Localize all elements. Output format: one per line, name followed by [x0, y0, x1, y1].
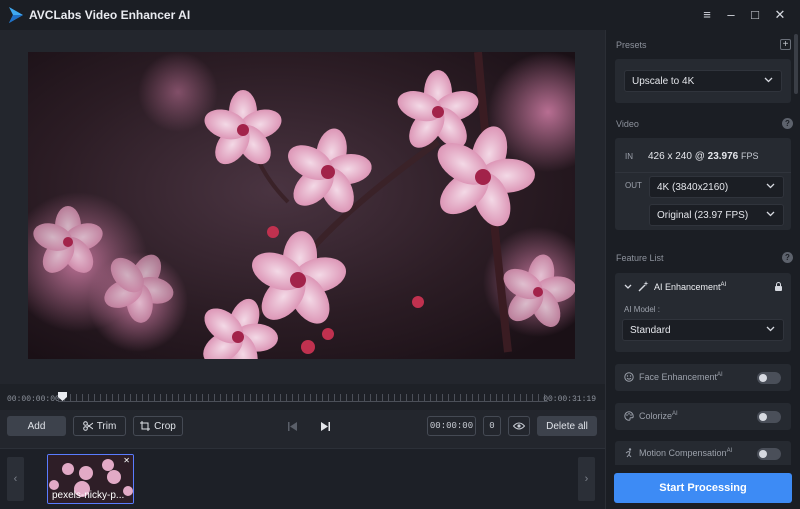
ai-tag: AI — [720, 282, 727, 288]
chevron-down-icon — [766, 211, 775, 217]
input-spec: 426 x 240 @ 23.976 FPS — [648, 151, 759, 162]
video-section-label: Video — [616, 119, 639, 129]
motion-compensation-toggle[interactable] — [757, 448, 781, 460]
crop-button[interactable]: Crop — [133, 416, 183, 436]
output-fps-value: Original (23.97 FPS) — [657, 209, 749, 221]
edit-toolbar: Add Trim Crop 00:00:00 0 Delete all — [0, 410, 605, 448]
panel-scrollbar[interactable] — [794, 34, 798, 94]
crop-button-label: Crop — [154, 420, 176, 432]
colorize-toggle[interactable] — [757, 411, 781, 423]
input-fps-unit: FPS — [741, 151, 759, 161]
motion-icon — [625, 448, 632, 458]
output-resolution-select[interactable]: 4K (3840x2160) — [649, 176, 784, 198]
clip-name: pexels-nicky-p... — [52, 490, 125, 501]
remove-clip-icon[interactable]: ✕ — [123, 456, 130, 465]
menu-icon[interactable]: ≡ — [697, 5, 717, 25]
chevron-right-icon: › — [584, 473, 589, 485]
feature-name: Face Enhancement — [639, 372, 718, 382]
timeline[interactable]: 00:00:00:00 00:00:31:19 — [0, 384, 605, 410]
divider — [615, 172, 791, 173]
minimize-button[interactable]: – — [721, 5, 741, 25]
timeline-end-time: 00:00:31:19 — [543, 395, 596, 404]
ai-tag: AI — [726, 448, 733, 454]
ai-tag: AI — [672, 411, 678, 417]
scissors-icon — [82, 421, 93, 431]
crop-icon — [140, 421, 151, 431]
ai-model-select[interactable]: Standard — [622, 319, 784, 341]
video-help-icon[interactable]: ? — [782, 118, 793, 129]
title-bar: AVCLabs Video Enhancer AI ≡ – □ ✕ — [0, 0, 800, 30]
lock-icon — [775, 282, 782, 291]
preset-select-value: Upscale to 4K — [632, 75, 695, 87]
feature-help-icon[interactable]: ? — [782, 252, 793, 263]
eye-icon — [513, 422, 525, 430]
palette-icon — [624, 411, 634, 421]
video-preview[interactable] — [28, 52, 575, 359]
ai-enhancement-card: AI EnhancementAI AI Model : Standard — [615, 273, 791, 352]
ai-enhancement-title: AI EnhancementAI — [654, 282, 726, 292]
ai-model-value: Standard — [630, 324, 671, 336]
input-label: IN — [625, 152, 633, 161]
chevron-down-icon — [766, 183, 775, 189]
motion-compensation-row: Motion CompensationAI — [615, 441, 791, 465]
chevron-down-icon[interactable] — [624, 284, 632, 290]
ai-tag: AI — [717, 372, 723, 378]
face-enhancement-row: Face EnhancementAI — [615, 364, 791, 391]
time-input[interactable]: 00:00:00 — [427, 416, 476, 436]
skip-to-start-icon[interactable] — [284, 418, 300, 434]
add-preset-icon[interactable]: + — [780, 39, 791, 50]
feature-name: Motion Compensation — [639, 448, 727, 458]
filmstrip-prev-button[interactable]: ‹ — [7, 457, 24, 501]
trim-button-label: Trim — [96, 420, 117, 432]
face-icon — [624, 372, 634, 382]
magic-wand-icon — [638, 281, 649, 292]
ai-enhancement-name: AI Enhancement — [654, 282, 721, 292]
delete-all-button[interactable]: Delete all — [537, 416, 597, 436]
close-button[interactable]: ✕ — [770, 5, 790, 25]
face-enhancement-title: Face EnhancementAI — [639, 372, 723, 382]
input-resolution: 426 x 240 @ — [648, 151, 705, 162]
start-processing-label: Start Processing — [659, 482, 747, 494]
output-label: OUT — [625, 181, 642, 190]
ai-model-label: AI Model : — [624, 305, 661, 314]
editor-area: 00:00:00:00 00:00:31:19 Add Trim Crop 00… — [0, 30, 605, 509]
feature-list-label: Feature List — [616, 253, 664, 263]
timeline-start-time: 00:00:00:00 — [7, 395, 60, 404]
presets-label: Presets — [616, 40, 647, 50]
settings-panel: Presets + Upscale to 4K Video ? IN 426 x… — [605, 30, 800, 509]
feature-name: Colorize — [639, 411, 673, 421]
delete-all-button-label: Delete all — [546, 420, 588, 432]
video-frame-image — [28, 52, 575, 359]
motion-compensation-title: Motion CompensationAI — [639, 448, 732, 458]
preview-toggle-button[interactable] — [508, 416, 530, 436]
chevron-down-icon — [764, 77, 773, 83]
add-button-label: Add — [27, 420, 46, 432]
timeline-ruler[interactable] — [58, 394, 548, 402]
face-enhancement-toggle[interactable] — [757, 372, 781, 384]
filmstrip: ‹ ✕ pexels-nicky-p... › — [0, 448, 605, 509]
trim-button[interactable]: Trim — [73, 416, 126, 436]
output-resolution-value: 4K (3840x2160) — [657, 181, 729, 193]
skip-to-end-icon[interactable] — [317, 418, 333, 434]
playhead-handle-icon[interactable] — [58, 392, 67, 401]
maximize-button[interactable]: □ — [745, 5, 765, 25]
app-title: AVCLabs Video Enhancer AI — [29, 8, 191, 22]
preset-select[interactable]: Upscale to 4K — [624, 70, 782, 92]
preview-area — [0, 30, 605, 384]
chevron-left-icon: ‹ — [13, 473, 18, 485]
add-button[interactable]: Add — [7, 416, 66, 436]
input-fps: 23.976 — [707, 151, 739, 162]
frame-input[interactable]: 0 — [483, 416, 501, 436]
output-fps-select[interactable]: Original (23.97 FPS) — [649, 204, 784, 226]
video-card: IN 426 x 240 @ 23.976 FPS OUT 4K (3840x2… — [615, 138, 791, 230]
filmstrip-next-button[interactable]: › — [578, 457, 595, 501]
chevron-down-icon — [766, 326, 775, 332]
colorize-title: ColorizeAI — [639, 411, 678, 421]
colorize-row: ColorizeAI — [615, 403, 791, 430]
start-processing-button[interactable]: Start Processing — [614, 473, 792, 503]
app-logo-icon — [9, 7, 23, 23]
presets-card: Upscale to 4K — [615, 59, 791, 103]
clip-thumbnail[interactable]: ✕ pexels-nicky-p... — [47, 454, 134, 504]
